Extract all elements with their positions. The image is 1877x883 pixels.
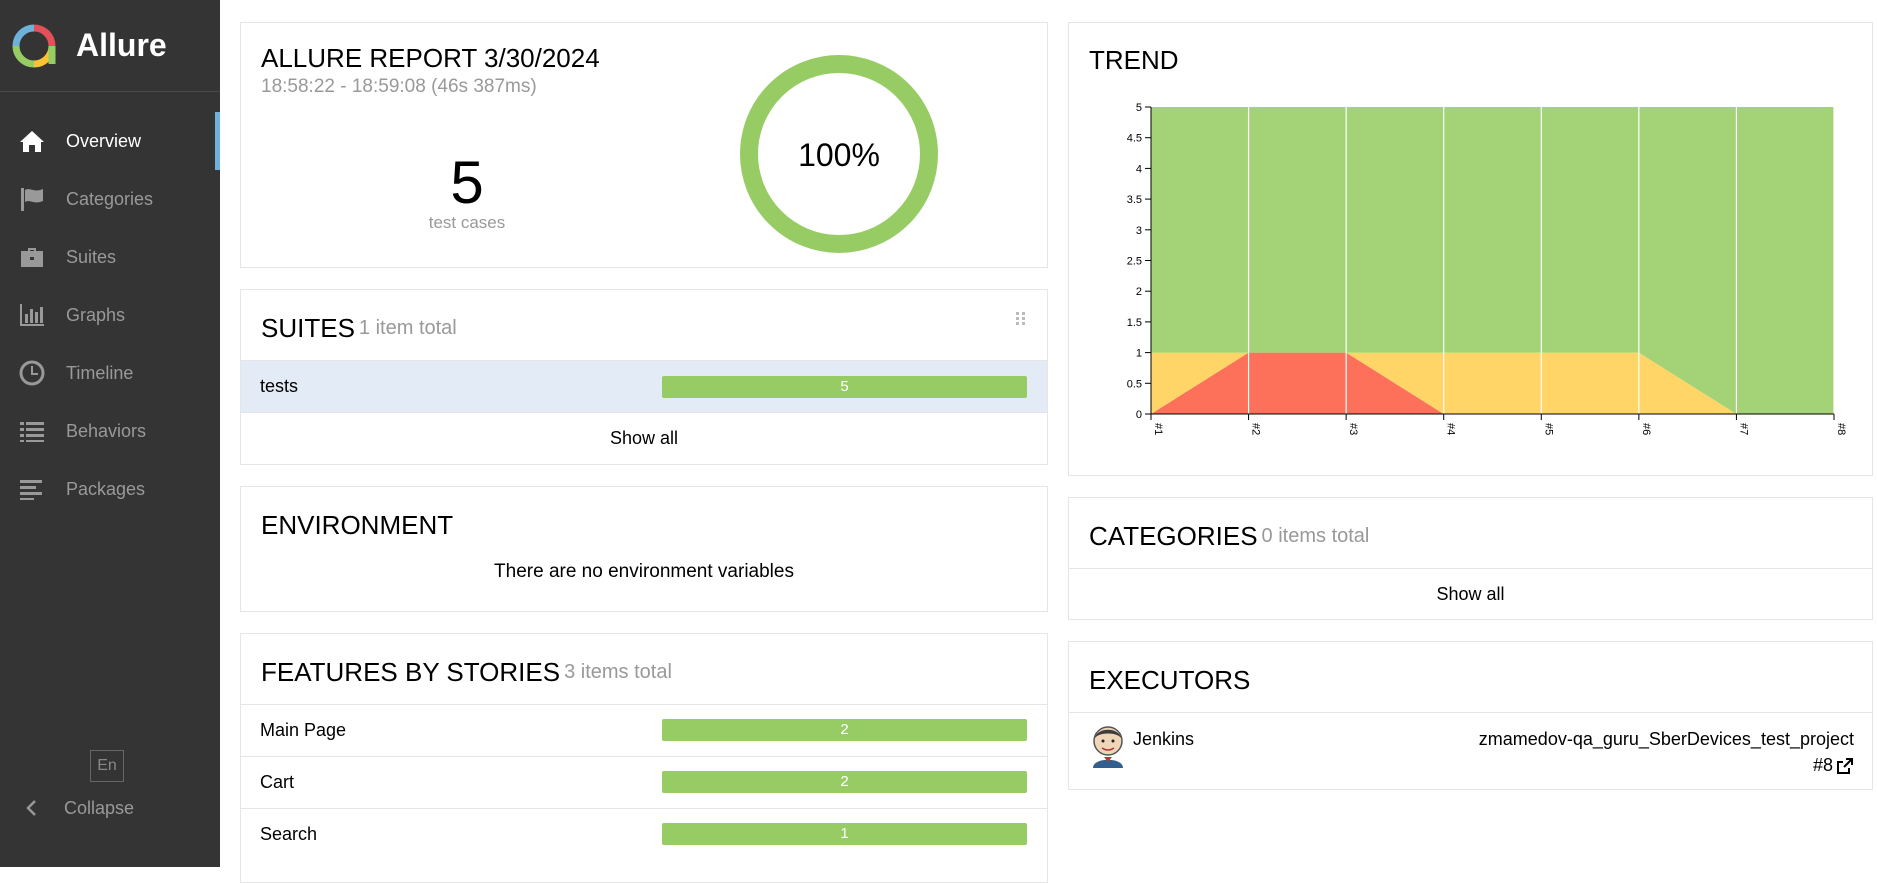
suites-widget: SUITES 1 item total tests 5 Show all: [240, 289, 1048, 465]
trend-y-tick-label: 1: [1136, 348, 1142, 360]
flag-icon: [18, 185, 46, 213]
executor-project-link[interactable]: zmamedov-qa_guru_SberDevices_test_projec…: [1479, 729, 1854, 750]
environment-title: ENVIRONMENT: [261, 509, 454, 540]
sidebar-item-timeline[interactable]: Timeline: [0, 344, 220, 402]
report-title: ALLURE REPORT 3/30/2024: [261, 43, 600, 73]
feature-bar[interactable]: 2: [662, 771, 1027, 793]
sidebar-item-categories[interactable]: Categories: [0, 170, 220, 228]
trend-y-tick-label: 0.5: [1127, 378, 1142, 390]
trend-y-tick-label: 0: [1136, 409, 1142, 421]
sidebar-item-label: Overview: [66, 130, 142, 151]
environment-header: ENVIRONMENT: [241, 487, 1047, 557]
trend-y-tick-label: 2.5: [1127, 256, 1142, 268]
home-icon: [18, 127, 46, 155]
trend-x-tick-label: #1: [1152, 423, 1164, 435]
sidebar-item-label: Graphs: [66, 304, 126, 325]
suites-show-all-link[interactable]: Show all: [241, 412, 1047, 464]
brand[interactable]: Allure: [0, 0, 220, 92]
trend-y-tick-label: 4: [1136, 163, 1142, 175]
trend-x-tick-label: #2: [1250, 423, 1262, 435]
feature-name: Search: [260, 824, 318, 844]
trend-y-tick-label: 3: [1136, 225, 1142, 237]
sidebar-item-label: Packages: [66, 478, 146, 499]
suites-header: SUITES 1 item total: [241, 290, 1047, 360]
suites-title: SUITES: [261, 312, 355, 343]
trend-widget: TREND 0 0.5 1 1.5 2 2.5 3 3.5 4 4.5 5 #1 #2 #3 #4 #5 #6 #…: [1068, 22, 1873, 476]
trend-y-tick-label: 2: [1136, 286, 1142, 298]
suite-bar[interactable]: 5: [662, 376, 1027, 398]
sidebar-item-overview[interactable]: Overview: [0, 112, 220, 170]
categories-widget: CATEGORIES 0 items total Show all: [1068, 497, 1873, 620]
external-link-icon: [1837, 757, 1853, 774]
sidebar-item-graphs[interactable]: Graphs: [0, 286, 220, 344]
trend-x-tick-label: #5: [1542, 423, 1554, 435]
test-case-count: 5: [450, 149, 484, 216]
executors-header: EXECUTORS: [1069, 642, 1872, 712]
feature-row-main-page[interactable]: Main Page 2: [241, 704, 1047, 756]
trend-x-tick-label: #3: [1347, 423, 1359, 435]
sidebar-item-suites[interactable]: Suites: [0, 228, 220, 286]
suite-name: tests: [260, 376, 299, 396]
summary-widget: ALLURE REPORT 3/30/2024 18:58:22 - 18:59…: [240, 22, 1048, 268]
sidebar-item-label: Categories: [66, 188, 154, 209]
features-widget: FEATURES BY STORIES 3 items total Main P…: [240, 633, 1048, 883]
categories-show-all-link[interactable]: Show all: [1069, 568, 1872, 620]
categories-count: 0 items total: [1261, 524, 1370, 547]
report-time: 18:58:22 - 18:59:08 (46s 387ms): [261, 76, 537, 97]
trend-x-tick-label: #4: [1445, 423, 1457, 435]
environment-empty-text: There are no environment variables: [494, 561, 794, 582]
allure-logo-icon: [12, 24, 56, 67]
brand-name: Allure: [76, 27, 167, 63]
categories-header: CATEGORIES 0 items total: [1069, 498, 1872, 568]
briefcase-icon: [18, 243, 46, 271]
bar-chart-icon: [18, 301, 46, 329]
collapse-button[interactable]: Collapse: [22, 796, 134, 820]
trend-y-tick-label: 4.5: [1127, 133, 1142, 145]
sidebar-item-behaviors[interactable]: Behaviors: [0, 402, 220, 460]
categories-title: CATEGORIES: [1089, 520, 1258, 551]
executor-name: Jenkins: [1133, 729, 1195, 749]
sidebar: Allure Overview Categories Suites Graphs: [0, 0, 220, 867]
sidebar-item-label: Behaviors: [66, 420, 147, 441]
features-title: FEATURES BY STORIES: [261, 656, 561, 687]
suites-count: 1 item total: [358, 316, 457, 339]
sidebar-item-packages[interactable]: Packages: [0, 460, 220, 518]
suite-row[interactable]: tests 5: [241, 360, 1047, 412]
clock-icon: [18, 359, 46, 387]
feature-row-cart[interactable]: Cart 2: [241, 756, 1047, 808]
executor-build-link[interactable]: #8: [1813, 755, 1854, 776]
drag-handle-icon[interactable]: [1015, 311, 1027, 327]
sidebar-item-label: Suites: [66, 246, 117, 267]
features-count: 3 items total: [564, 660, 672, 683]
feature-name: Cart: [260, 772, 295, 792]
features-header: FEATURES BY STORIES 3 items total: [241, 634, 1047, 704]
feature-row-search[interactable]: Search 1: [241, 808, 1047, 860]
trend-y-tick-label: 3.5: [1127, 194, 1142, 206]
chevron-left-icon: [26, 800, 36, 816]
trend-x-tick-label: #6: [1640, 423, 1652, 435]
executor-build-number: #8: [1812, 755, 1833, 775]
trend-y-tick-label: 1.5: [1127, 317, 1142, 329]
feature-bar[interactable]: 2: [662, 719, 1027, 741]
language-button[interactable]: En: [90, 750, 124, 782]
collapse-label: Collapse: [64, 797, 135, 818]
trend-x-tick-label: #7: [1737, 423, 1749, 435]
feature-bar[interactable]: 1: [662, 823, 1027, 845]
feature-name: Main Page: [260, 720, 347, 740]
test-case-label: test cases: [428, 213, 506, 232]
align-left-icon: [18, 475, 46, 503]
success-percent: 100%: [798, 137, 880, 173]
list-icon: [18, 417, 46, 445]
environment-widget: ENVIRONMENT There are no environment var…: [240, 486, 1048, 612]
sidebar-item-label: Timeline: [66, 362, 134, 383]
executors-widget: EXECUTORS Jenkins zmamedov-qa_guru_SberD…: [1068, 641, 1873, 790]
jenkins-avatar-icon: [1093, 726, 1123, 768]
sidebar-nav: Overview Categories Suites Graphs Timeli…: [0, 112, 220, 518]
trend-y-tick-label: 5: [1136, 102, 1142, 114]
executors-title: EXECUTORS: [1089, 664, 1251, 695]
trend-x-tick-label: #8: [1835, 423, 1847, 435]
trend-chart: 0 0.5 1 1.5 2 2.5 3 3.5 4 4.5 5 #1 #2 #3 #4 #5 #6 #7 #8: [1127, 102, 1847, 435]
